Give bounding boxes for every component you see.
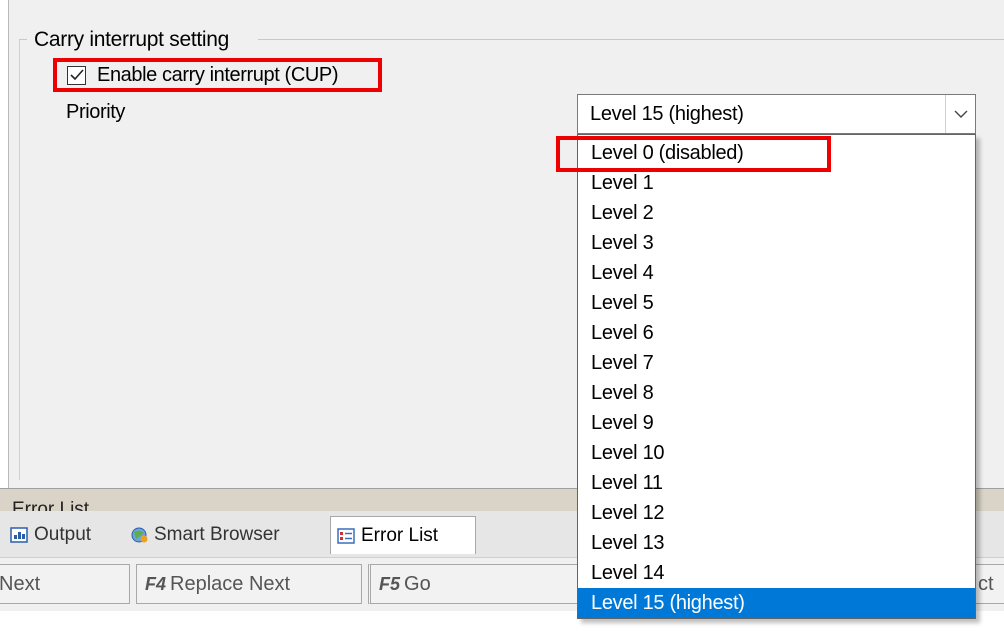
option-level-3[interactable]: Level 3 <box>578 228 975 258</box>
priority-select-value: Level 15 (highest) <box>590 103 744 125</box>
option-level-2[interactable]: Level 2 <box>578 198 975 228</box>
next-button-label: Next <box>0 572 41 595</box>
panel-edge <box>0 0 9 488</box>
tab-smart-browser-label: Smart Browser <box>154 524 280 545</box>
select-button-label: ct <box>978 572 994 595</box>
error-list-icon <box>337 527 355 544</box>
option-level-5[interactable]: Level 5 <box>578 288 975 318</box>
go-label: Go <box>404 572 431 595</box>
dock-title: Error List <box>12 499 90 511</box>
option-level-8[interactable]: Level 8 <box>578 378 975 408</box>
option-level-14[interactable]: Level 14 <box>578 558 975 588</box>
priority-label: Priority <box>66 101 126 123</box>
tab-error-list-label: Error List <box>361 524 439 546</box>
highlight-box-level-0 <box>556 136 831 172</box>
go-button[interactable]: F5 Go <box>368 564 580 604</box>
option-level-4[interactable]: Level 4 <box>578 258 975 288</box>
chevron-down-icon <box>954 110 967 118</box>
option-level-10[interactable]: Level 10 <box>578 438 975 468</box>
tab-output-label: Output <box>34 524 92 545</box>
highlight-box-checkbox <box>53 58 382 92</box>
option-level-6[interactable]: Level 6 <box>578 318 975 348</box>
f5-key-label: F5 <box>379 573 401 594</box>
tab-smart-browser[interactable]: Smart Browser <box>130 517 320 553</box>
replace-next-button[interactable]: F4 Replace Next <box>136 564 362 604</box>
priority-select[interactable]: Level 15 (highest) <box>577 94 976 134</box>
option-level-9[interactable]: Level 9 <box>578 408 975 438</box>
output-icon <box>10 527 28 543</box>
smart-browser-icon <box>131 527 148 543</box>
next-button[interactable]: Next <box>0 564 130 604</box>
tab-output[interactable]: Output <box>10 517 122 553</box>
priority-dropdown-button[interactable] <box>945 95 975 133</box>
option-level-15[interactable]: Level 15 (highest) <box>578 588 975 618</box>
f4-key-label: F4 <box>145 573 167 594</box>
option-level-1[interactable]: Level 1 <box>578 168 975 198</box>
tab-error-list[interactable]: Error List <box>330 516 476 554</box>
priority-dropdown-list[interactable]: Level 0 (disabled) Level 1 Level 2 Level… <box>577 134 976 619</box>
option-level-12[interactable]: Level 12 <box>578 498 975 528</box>
replace-next-label: Replace Next <box>170 572 291 595</box>
option-level-13[interactable]: Level 13 <box>578 528 975 558</box>
option-level-11[interactable]: Level 11 <box>578 468 975 498</box>
group-title: Carry interrupt setting <box>30 28 234 52</box>
option-level-7[interactable]: Level 7 <box>578 348 975 378</box>
